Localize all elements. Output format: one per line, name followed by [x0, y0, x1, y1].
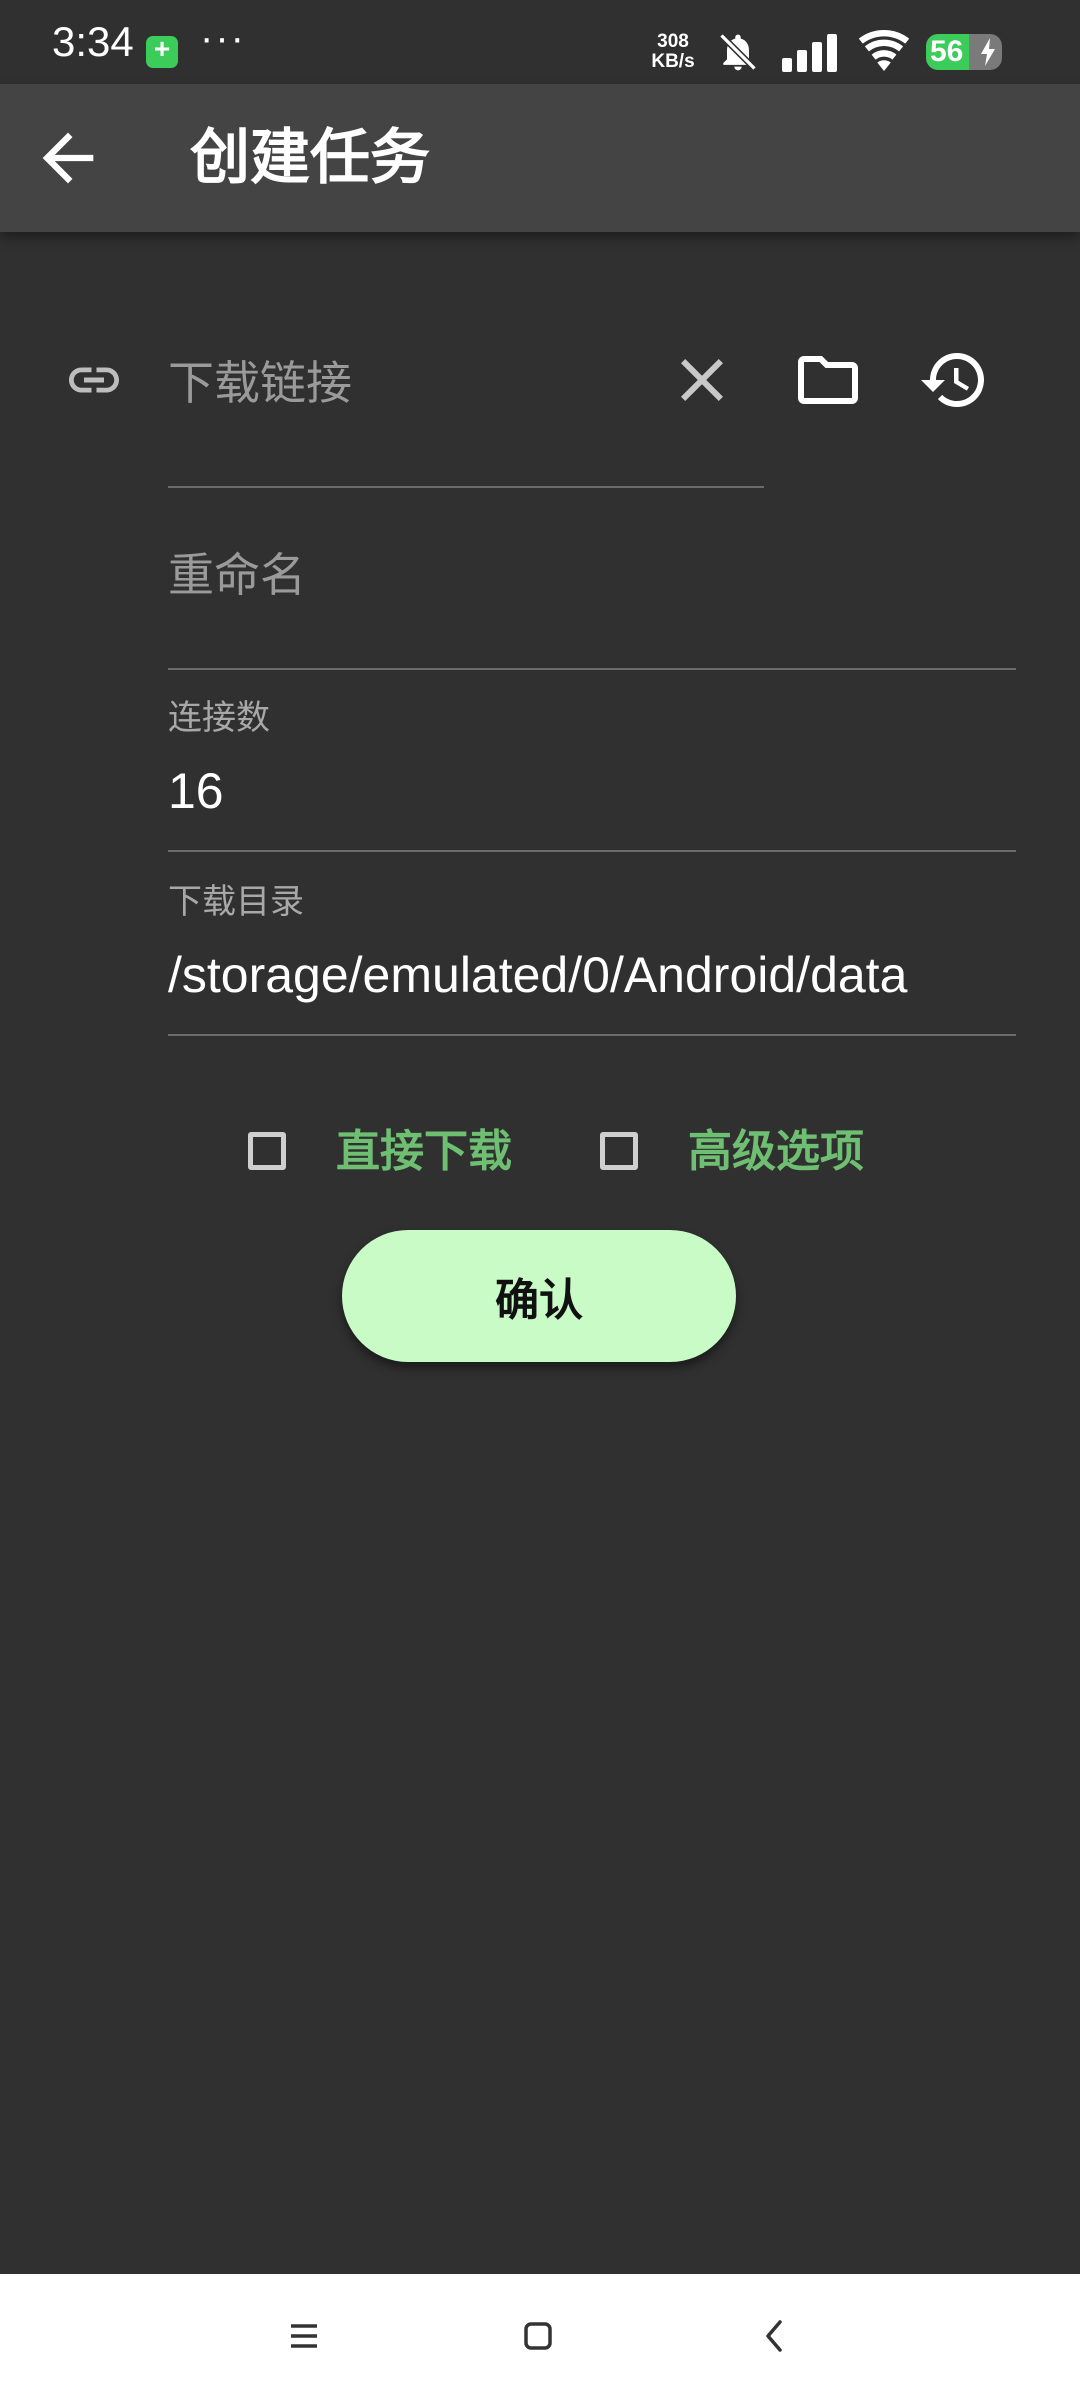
link-icon: [69, 367, 119, 393]
connections-input[interactable]: [168, 758, 1016, 824]
charging-icon: [981, 38, 995, 66]
battery-icon: 56: [926, 34, 1002, 70]
status-time: 3:34: [52, 18, 134, 65]
network-speed: 308 KB/s: [646, 32, 700, 72]
back-icon[interactable]: [744, 2306, 804, 2366]
home-icon[interactable]: [508, 2306, 568, 2366]
rename-field: [168, 520, 1016, 670]
download-directory-label: 下载目录: [168, 882, 304, 922]
status-bar: 3:34 ··· 308 KB/s 56: [0, 0, 1080, 84]
history-icon[interactable]: [918, 344, 990, 416]
advanced-options-label: 高级选项: [688, 1126, 864, 1177]
menu-icon[interactable]: [274, 2306, 334, 2366]
direct-download-checkbox[interactable]: [248, 1132, 286, 1170]
arrow-back-icon[interactable]: [30, 120, 106, 196]
rename-input[interactable]: [168, 540, 1008, 610]
page-title: 创建任务: [190, 123, 430, 193]
connections-field: 连接数: [168, 682, 1016, 852]
advanced-options-checkbox[interactable]: [600, 1132, 638, 1170]
create-task-screen: 3:34 ··· 308 KB/s 56: [0, 0, 1080, 2400]
bell-off-icon: [719, 33, 757, 71]
clear-icon[interactable]: [666, 344, 738, 416]
download-directory-field: 下载目录: [168, 866, 1016, 1036]
more-notifications-icon: ···: [200, 16, 246, 60]
app-bar: 创建任务: [0, 84, 1080, 232]
direct-download-label: 直接下载: [336, 1126, 512, 1177]
advanced-options-option[interactable]: 高级选项: [598, 1120, 888, 1186]
direct-download-option[interactable]: 直接下载: [246, 1120, 536, 1186]
folder-icon[interactable]: [792, 344, 864, 416]
connections-label: 连接数: [168, 698, 270, 738]
wifi-icon: [858, 30, 910, 71]
signal-icon: [782, 34, 837, 72]
shield-icon: [146, 33, 178, 68]
download-url-input[interactable]: [168, 348, 668, 418]
confirm-button[interactable]: 确认: [342, 1230, 736, 1362]
system-nav-bar: [0, 2274, 1080, 2400]
download-directory-input[interactable]: [168, 942, 1016, 1008]
network-speed-unit: KB/s: [651, 51, 695, 72]
network-speed-value: 308: [657, 31, 689, 52]
battery-level: 56: [930, 35, 964, 68]
